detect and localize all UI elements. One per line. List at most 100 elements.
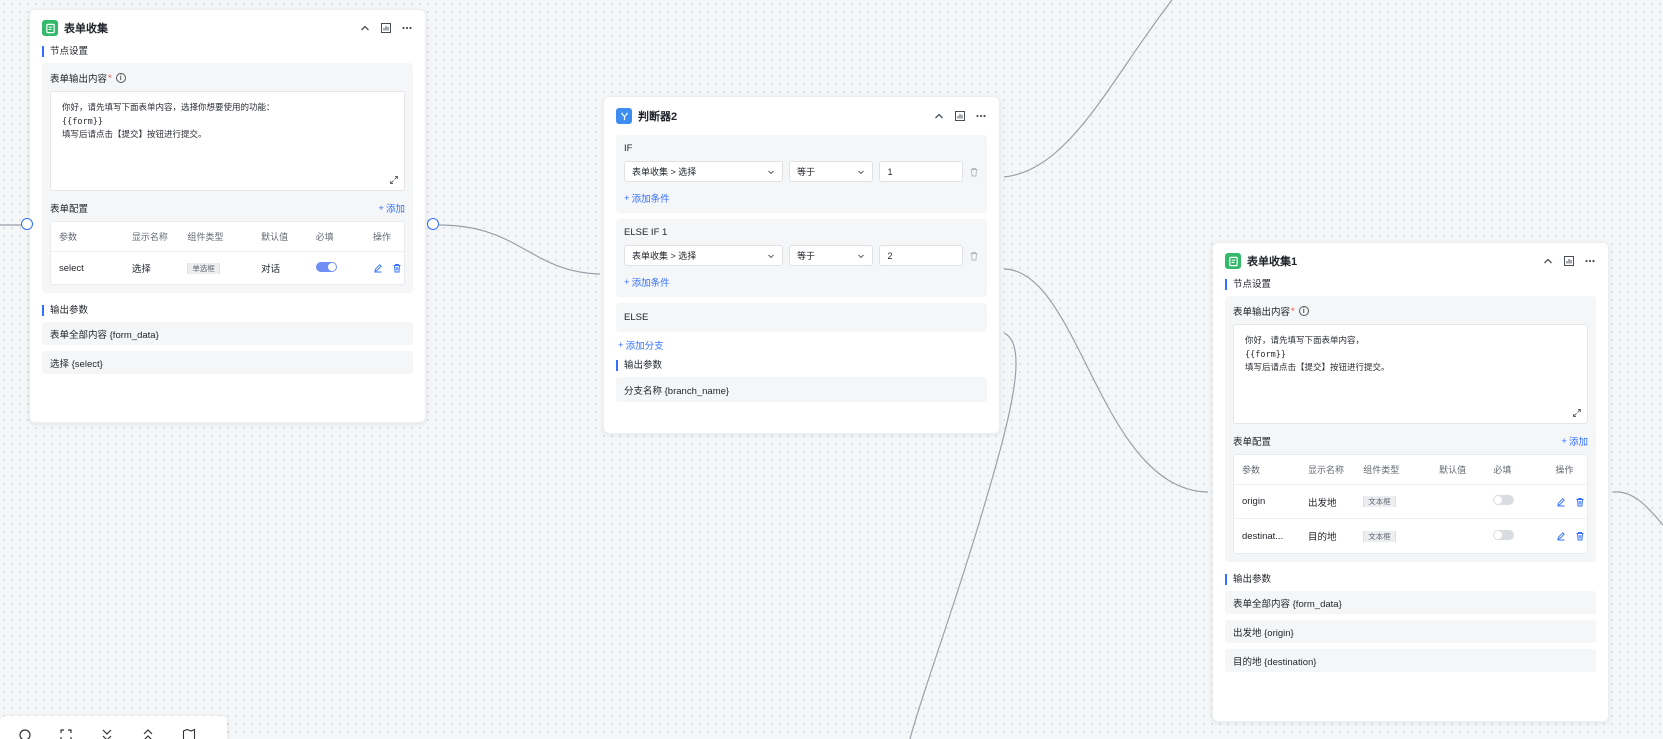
col-header: 默认值: [1439, 465, 1467, 475]
table-header-row: 参数 显示名称 组件类型 默认值 必填 操作: [51, 222, 404, 252]
editor-line: 填写后请点击【提交】按钮进行提交。: [62, 130, 207, 140]
stats-icon[interactable]: [953, 110, 966, 123]
more-icon[interactable]: [1583, 255, 1596, 268]
chevron-down-icon: [858, 170, 865, 174]
output-content-label: 表单输出内容 * i: [1233, 304, 1588, 318]
default-value-cell: 对话: [261, 264, 281, 275]
component-type-tag: 文本框: [1363, 530, 1396, 542]
branch-if: IF 表单收集 > 选择 等于 1 + 添加条件: [616, 135, 987, 213]
required-toggle[interactable]: [1493, 495, 1515, 505]
plus-icon: +: [624, 192, 630, 204]
canvas-toolbar: [0, 716, 227, 739]
display-name-cell: 出发地: [1308, 497, 1337, 509]
delete-condition-icon[interactable]: [969, 251, 979, 261]
output-param: 表单全部内容 {form_data}: [42, 322, 413, 345]
output-content-label: 表单输出内容 * i: [50, 71, 405, 85]
expand-all-icon[interactable]: [141, 728, 155, 739]
expand-icon[interactable]: [1572, 408, 1582, 418]
input-port[interactable]: [21, 218, 33, 230]
more-icon[interactable]: [400, 22, 413, 35]
required-mark: *: [108, 72, 112, 84]
delete-icon[interactable]: [392, 263, 402, 273]
col-header: 组件类型: [1363, 465, 1400, 475]
section-output-params: 输出参数: [42, 305, 413, 316]
stats-icon[interactable]: [1562, 255, 1575, 268]
collapse-icon[interactable]: [358, 22, 371, 35]
collapse-icon[interactable]: [1541, 255, 1554, 268]
add-condition-button[interactable]: + 添加条件: [624, 191, 979, 206]
editor-line: {{form}}: [62, 116, 103, 127]
delete-icon[interactable]: [1575, 531, 1585, 541]
form-config-label: 表单配置: [1233, 437, 1272, 448]
stats-icon[interactable]: [379, 22, 392, 35]
edit-icon[interactable]: [373, 263, 383, 273]
param-cell: destinat...: [1242, 530, 1284, 542]
delete-condition-icon[interactable]: [969, 167, 979, 177]
operator-select[interactable]: 等于: [788, 161, 874, 182]
edit-icon[interactable]: [1556, 497, 1566, 507]
edge-a-to-b: [438, 224, 601, 275]
output-content-editor[interactable]: 你好，请先填写下面表单内容，选择你想要使用的功能： {{form}} 填写后请点击【…: [50, 91, 405, 191]
node-title: 表单收集1: [1247, 256, 1298, 268]
operator-select[interactable]: 等于: [788, 245, 874, 266]
collapse-icon[interactable]: [932, 110, 945, 123]
col-header: 组件类型: [187, 232, 224, 242]
form-config-table: 参数 显示名称 组件类型 默认值 必填 操作 origin 出发地 文本框 de…: [1233, 454, 1588, 554]
form-icon: [1225, 253, 1241, 269]
info-icon[interactable]: i: [1298, 306, 1309, 316]
form-config-header: 表单配置 + 添加: [50, 201, 405, 216]
add-condition-label: 添加条件: [631, 278, 670, 289]
operator-value: 等于: [796, 251, 815, 261]
more-icon[interactable]: [974, 110, 987, 123]
display-name-cell: 选择: [131, 264, 151, 275]
section-output-params: 输出参数: [1225, 574, 1596, 585]
delete-icon[interactable]: [1575, 497, 1585, 507]
edge-b-elseif-out: [1003, 268, 1209, 493]
col-header: 默认值: [261, 232, 289, 242]
fit-view-icon[interactable]: [59, 728, 73, 739]
form-collect-node-1[interactable]: 表单收集1 节点设置 表单输出内容 * i 你好，请先填写下面表单内容， {{for…: [1212, 242, 1609, 722]
node-header[interactable]: 表单收集: [30, 10, 425, 46]
zoom-icon[interactable]: [18, 728, 32, 739]
branch-label: ELSE IF 1: [624, 227, 668, 238]
condition-value-input[interactable]: 1: [879, 161, 963, 182]
edge-c-out: [1612, 491, 1663, 526]
table-header-row: 参数 显示名称 组件类型 默认值 必填 操作: [1234, 455, 1587, 485]
chevron-down-icon: [858, 254, 865, 258]
add-condition-button[interactable]: + 添加条件: [624, 275, 979, 290]
output-param: 目的地 {destination}: [1225, 649, 1596, 672]
output-content-editor[interactable]: 你好，请先填写下面表单内容， {{form}} 填写后请点击【提交】按钮进行提交。: [1233, 324, 1588, 424]
expand-icon[interactable]: [389, 175, 399, 185]
required-toggle[interactable]: [315, 261, 337, 272]
condition-value-input[interactable]: 2: [879, 245, 963, 266]
output-port[interactable]: [427, 218, 439, 230]
add-field-label: 添加: [1568, 437, 1588, 448]
chevron-down-icon: [768, 254, 774, 258]
condition-field-select[interactable]: 表单收集 > 选择: [624, 161, 783, 182]
form-collect-node[interactable]: 表单收集 节点设置 表单输出内容 * i 你好，请先填写下面表单内容，选择你想要使…: [29, 9, 426, 423]
add-field-button[interactable]: + 添加: [378, 201, 405, 216]
component-type-tag: 单选框: [187, 262, 220, 274]
condition-field-value: 表单收集 > 选择: [632, 167, 697, 177]
form-icon: [42, 20, 58, 36]
edge-b-if-out: [1003, 0, 1173, 178]
section-node-settings: 节点设置: [1225, 279, 1596, 290]
add-field-button[interactable]: + 添加: [1561, 434, 1588, 449]
collapse-all-icon[interactable]: [100, 728, 114, 739]
col-header: 显示名称: [131, 232, 168, 242]
add-branch-button[interactable]: + 添加分支: [618, 338, 987, 353]
node-header[interactable]: 表单收集1: [1213, 243, 1608, 279]
plus-icon: +: [624, 276, 630, 288]
editor-line: 你好，请先填写下面表单内容，选择你想要使用的功能：: [62, 103, 275, 113]
node-title: 判断器2: [638, 111, 678, 123]
condition-field-select[interactable]: 表单收集 > 选择: [624, 245, 783, 266]
condition-node[interactable]: 判断器2 IF 表单收集 > 选择 等于 1 + 添加条件 ELSE IF 1 表…: [603, 96, 1000, 434]
add-branch-label: 添加分支: [625, 341, 664, 352]
col-header: 参数: [59, 232, 78, 242]
required-toggle[interactable]: [1493, 529, 1515, 540]
map-icon[interactable]: [182, 728, 196, 739]
col-header: 操作: [373, 232, 392, 242]
edit-icon[interactable]: [1556, 531, 1566, 541]
node-header[interactable]: 判断器2: [604, 97, 999, 135]
info-icon[interactable]: i: [115, 73, 126, 83]
